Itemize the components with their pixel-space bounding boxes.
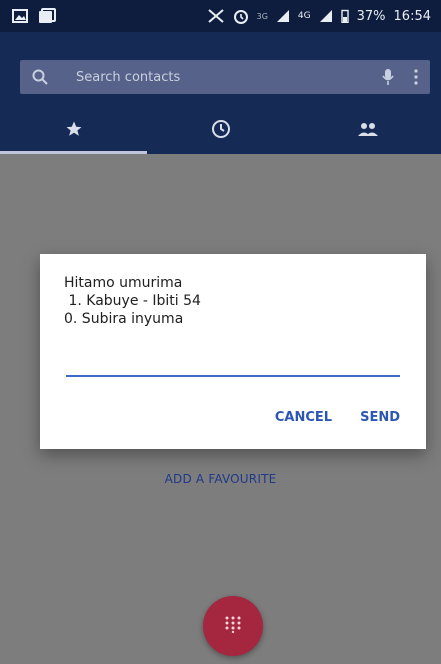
dialog-message-line: 0. Subira inyuma (64, 311, 184, 327)
clock-icon (211, 119, 231, 143)
more-options-icon[interactable] (414, 69, 418, 85)
network-3g-label: 3G (256, 11, 268, 21)
search-icon[interactable] (32, 69, 48, 85)
tab-bar (0, 108, 441, 154)
tab-favorites[interactable] (0, 108, 147, 154)
signal-icon (319, 9, 333, 23)
alarm-icon (233, 8, 249, 24)
dialog-message-line: 1. Kabuye - Ibiti 54 (64, 293, 201, 309)
search-bar[interactable]: Search contacts (20, 60, 430, 94)
signal-icon (276, 9, 290, 23)
status-bar: 3G 4G 37% 16:54 (0, 0, 441, 32)
battery-icon (340, 9, 349, 23)
people-icon (356, 121, 380, 141)
search-input[interactable]: Search contacts (76, 70, 382, 85)
star-icon (65, 120, 83, 142)
battery-percent: 37% (356, 8, 386, 24)
no-vibrate-icon (207, 8, 225, 24)
dialog-response-input[interactable] (66, 374, 400, 377)
clock-time: 16:54 (393, 8, 431, 24)
add-favourite-link[interactable]: ADD A FAVOURITE (0, 472, 441, 486)
send-button[interactable]: SEND (360, 410, 400, 425)
ussd-dialog: Hitamo umurima 1. Kabuye - Ibiti 54 0. S… (40, 254, 426, 449)
tab-contacts[interactable] (294, 108, 441, 154)
network-4g-label: 4G (297, 11, 311, 21)
dialog-message-line: Hitamo umurima (64, 275, 183, 291)
dialog-actions: CANCEL SEND (275, 410, 400, 425)
image-notification-icon (12, 9, 28, 23)
dialpad-button[interactable] (203, 596, 263, 656)
gallery-notification-icon (38, 8, 56, 24)
tab-recents[interactable] (147, 108, 294, 154)
cancel-button[interactable]: CANCEL (275, 410, 332, 425)
microphone-icon[interactable] (382, 68, 394, 86)
dialpad-icon (224, 615, 242, 637)
